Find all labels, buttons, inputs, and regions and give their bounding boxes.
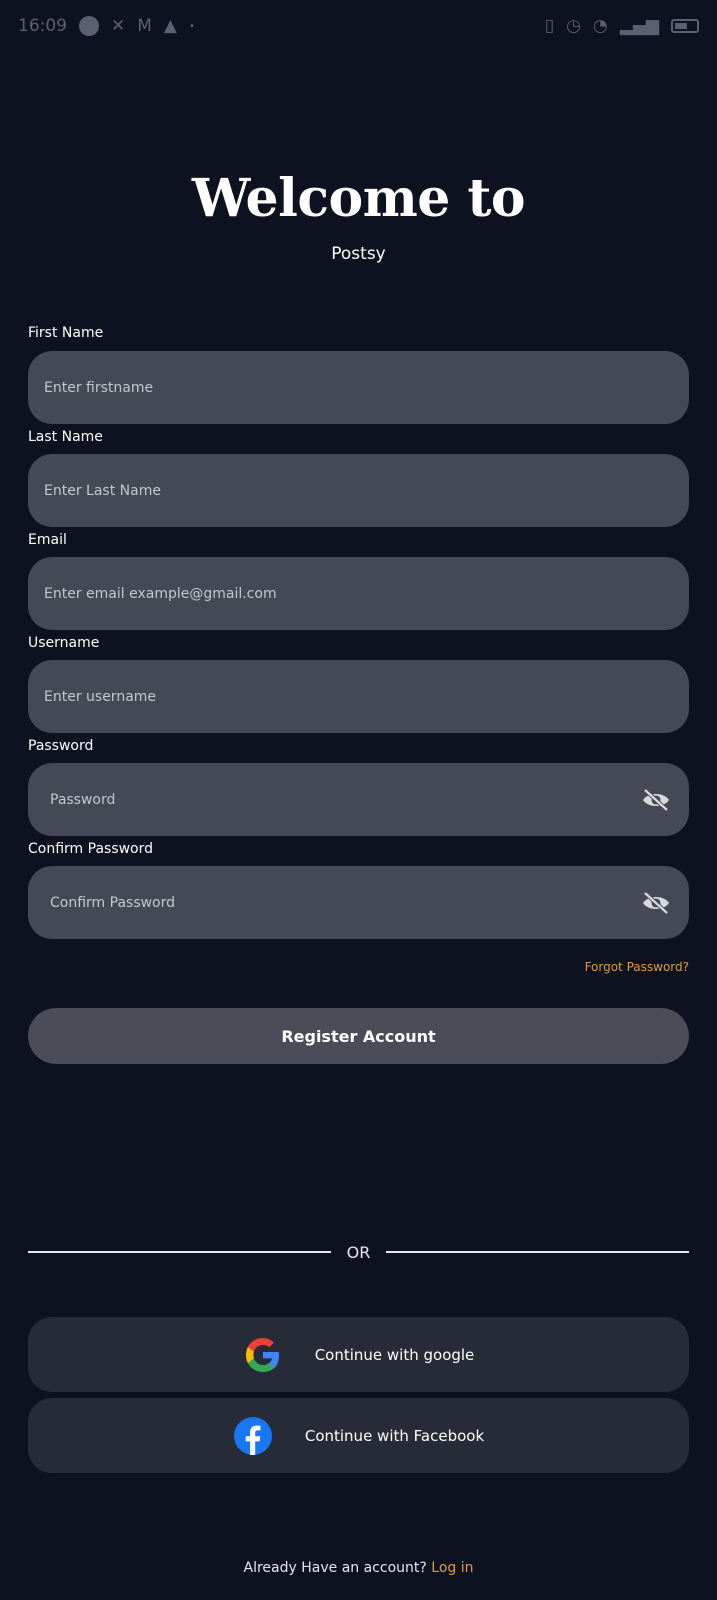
alarm-icon: ◷ xyxy=(566,16,581,36)
login-prompt: Already Have an account? Log in xyxy=(0,1560,717,1576)
google-button-label: Continue with google xyxy=(314,1345,475,1364)
email-label: Email xyxy=(28,532,67,548)
wifi-icon: ◔ xyxy=(592,16,608,36)
login-prompt-text: Already Have an account? xyxy=(243,1560,427,1576)
password-field-container xyxy=(28,763,689,836)
battery-icon xyxy=(671,19,699,33)
username-input[interactable] xyxy=(44,688,604,705)
status-left: 16:09 ✕ M ▲ • xyxy=(18,16,195,36)
status-bar: 16:09 ✕ M ▲ • ▯ ◷ ◔ ▂▄▆ xyxy=(0,0,717,52)
eye-off-icon[interactable] xyxy=(641,891,671,915)
register-account-button[interactable]: Register Account xyxy=(28,1008,689,1064)
status-time: 16:09 xyxy=(18,16,67,36)
divider-line-right xyxy=(386,1251,689,1253)
dot-icon: • xyxy=(189,20,195,32)
gmail-icon: M xyxy=(137,16,152,36)
password-label: Password xyxy=(28,738,94,754)
or-divider: OR xyxy=(28,1240,689,1264)
login-link[interactable]: Log in xyxy=(431,1560,473,1576)
bell-icon: ▲ xyxy=(163,16,177,36)
divider-line-left xyxy=(28,1251,331,1253)
last-name-label: Last Name xyxy=(28,429,103,445)
continue-with-google-button[interactable]: Continue with google xyxy=(28,1317,689,1392)
eye-off-icon[interactable] xyxy=(641,788,671,812)
confirm-password-field-container xyxy=(28,866,689,939)
first-name-field-container xyxy=(28,351,689,424)
x-app-icon: ✕ xyxy=(111,16,126,36)
confirm-password-input[interactable] xyxy=(50,894,610,911)
divider-text: OR xyxy=(346,1242,371,1262)
username-field-container xyxy=(28,660,689,733)
username-label: Username xyxy=(28,635,100,651)
first-name-label: First Name xyxy=(28,325,104,341)
confirm-password-label: Confirm Password xyxy=(28,841,154,857)
first-name-input[interactable] xyxy=(44,379,604,396)
status-right: ▯ ◷ ◔ ▂▄▆ xyxy=(545,16,699,36)
google-icon xyxy=(245,1337,279,1372)
facebook-icon xyxy=(233,1416,272,1455)
facebook-button-label: Continue with Facebook xyxy=(304,1426,485,1445)
app-name: Postsy xyxy=(331,244,386,264)
last-name-input[interactable] xyxy=(44,482,604,499)
continue-with-facebook-button[interactable]: Continue with Facebook xyxy=(28,1398,689,1473)
email-field-container xyxy=(28,557,689,630)
email-input[interactable] xyxy=(44,585,604,602)
password-input[interactable] xyxy=(50,791,610,808)
last-name-field-container xyxy=(28,454,689,527)
forgot-password-link[interactable]: Forgot Password? xyxy=(585,960,689,974)
notification-circle-icon xyxy=(79,16,99,36)
vibrate-icon: ▯ xyxy=(544,16,555,36)
page-title: Welcome to xyxy=(191,168,526,229)
signal-icon: ▂▄▆ xyxy=(619,16,659,36)
